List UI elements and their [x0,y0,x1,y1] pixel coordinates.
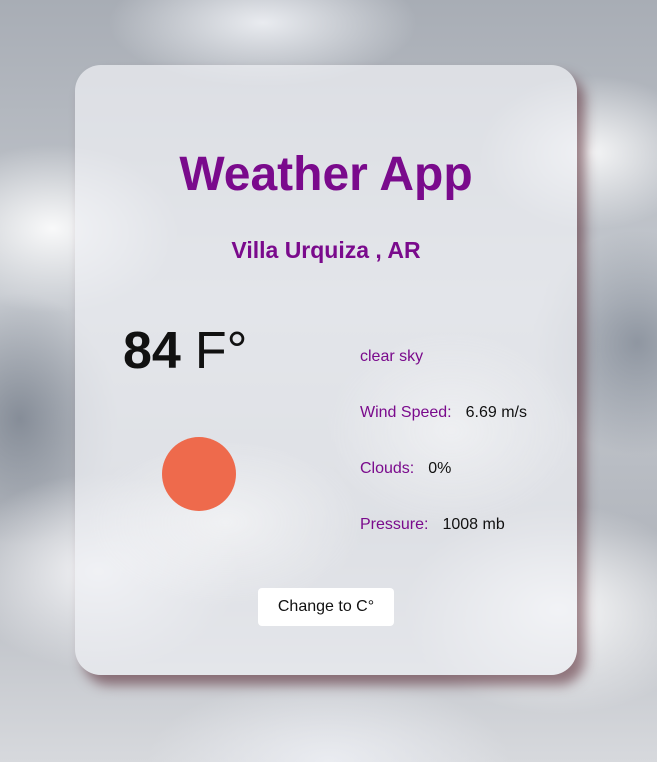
wind-speed-label: Wind Speed: [360,404,452,421]
change-unit-button[interactable]: Change to C° [258,588,394,626]
temperature-display: 84 F° [123,321,247,381]
pressure-label: Pressure: [360,516,429,533]
weather-card: Weather App Villa Urquiza , AR 84 F° clea… [75,65,577,675]
clouds-value: 0% [428,460,452,477]
description-row: clear sky [360,348,527,404]
pressure-row: Pressure: 1008 mb [360,516,527,572]
clouds-row: Clouds: 0% [360,460,527,516]
temperature-value: 84 [123,322,181,380]
pressure-value: 1008 mb [442,516,505,533]
sun-icon [162,437,236,511]
clouds-label: Clouds: [360,460,415,477]
temperature-unit: F° [194,322,248,380]
wind-speed-row: Wind Speed: 6.69 m/s [360,404,527,460]
weather-details: clear sky Wind Speed: 6.69 m/s Clouds: 0% … [360,348,527,572]
app-title: Weather App [179,148,473,201]
wind-speed-value: 6.69 m/s [465,404,527,421]
weather-description: clear sky [360,348,424,365]
location-label: Villa Urquiza , AR [231,237,421,263]
